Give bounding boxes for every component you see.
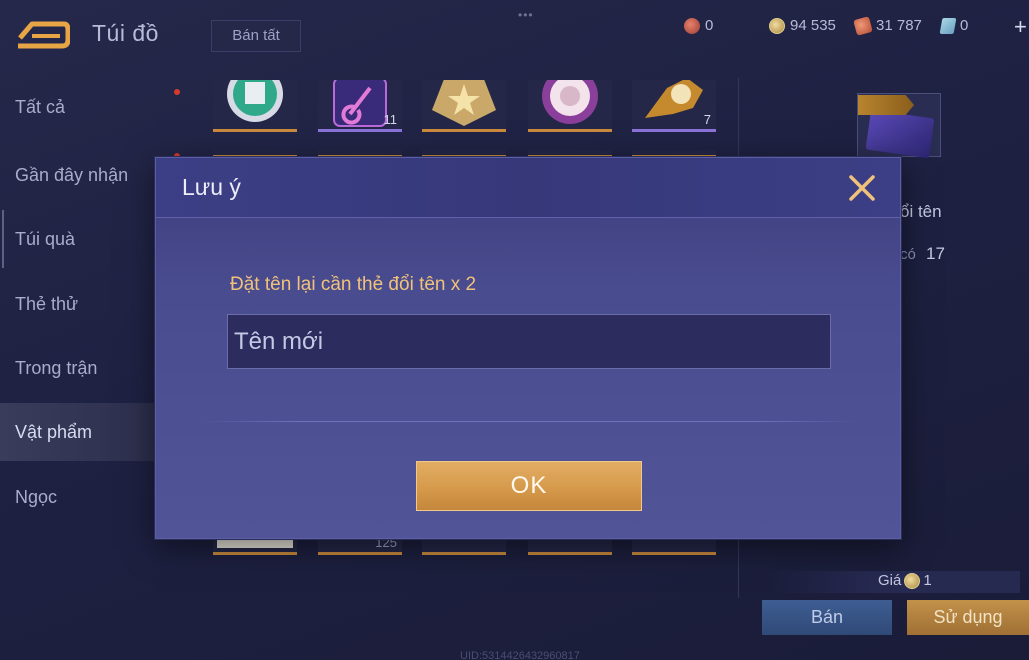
close-icon[interactable] [846,172,878,204]
price-row: Giá 1 [878,572,932,589]
sell-button[interactable]: Bán [762,600,892,635]
ok-button[interactable]: OK [416,461,642,511]
new-name-input[interactable] [227,314,831,369]
owned-label: có [900,246,916,263]
sidebar-item-gift-bags[interactable]: Túi quà [0,210,160,268]
sidebar-item-items[interactable]: Vật phẩm [0,403,160,461]
dialog-divider [201,421,857,422]
dialog-title: Lưu ý [182,174,241,200]
voucher-icon [853,15,873,36]
currency-value: 0 [705,17,714,34]
sidebar-item-in-match[interactable]: Trong trận [0,339,160,397]
badge-icon [227,80,283,122]
sidebar-item-trial-cards[interactable]: Thẻ thử [0,275,160,333]
price-label: Giá [878,572,902,589]
notification-dot [174,89,180,95]
currency-voucher: 31 787 [853,15,922,36]
back-icon[interactable] [14,18,70,52]
sell-all-button[interactable]: Bán tất [211,20,301,52]
currency-card: 0 [939,17,969,34]
dialog-header: Lưu ý [156,158,900,218]
sidebar-scroll-indicator [2,210,4,268]
item-tag-icon [858,95,914,115]
currency-value: 94 535 [790,17,836,34]
inventory-slot[interactable]: 11 [318,80,402,132]
inventory-slot[interactable]: 7 [632,80,716,132]
owned-count: 17 [926,244,945,263]
page-title: Túi đồ [92,20,159,46]
rename-dialog: Lưu ý Đặt tên lại cần thẻ đổi tên x 2 OK [155,157,901,539]
sidebar-item-all[interactable]: Tất cả [0,78,160,136]
slot-count: 7 [703,112,711,127]
user-id: UID:5314426432960817 [460,650,580,660]
use-button[interactable]: Sử dụng [907,600,1029,635]
sidebar-item-gems[interactable]: Ngọc [0,468,160,526]
golden-ornament-icon [645,80,703,118]
card-icon [939,17,957,34]
sidebar-item-recent[interactable]: Gần đây nhận [0,146,160,204]
currency-red-gem: 0 [684,17,713,34]
currency-value: 31 787 [876,17,922,34]
red-gem-icon [684,17,700,34]
dialog-message: Đặt tên lại cần thẻ đổi tên x 2 [230,274,477,295]
top-bar: Túi đồ Bán tất ••• 0 94 535 31 787 0 + [0,0,1029,70]
price-value: 1 [923,572,932,589]
currency-value: 0 [960,17,969,34]
inventory-slot[interactable] [422,80,506,132]
add-currency-button[interactable]: + [1014,14,1027,40]
gold-coin-icon [769,17,785,34]
gold-coin-icon [904,572,921,589]
currency-gold: 94 535 [769,17,836,34]
guitar-emote-icon [333,80,387,127]
inventory-slot[interactable] [528,80,612,132]
item-name: ổi tên [900,202,942,221]
drag-handle[interactable]: ••• [518,8,534,22]
inventory-slot[interactable] [213,80,297,132]
star-medal-icon [432,80,496,126]
slot-count: 11 [383,112,398,127]
pink-orb-icon [542,80,598,124]
